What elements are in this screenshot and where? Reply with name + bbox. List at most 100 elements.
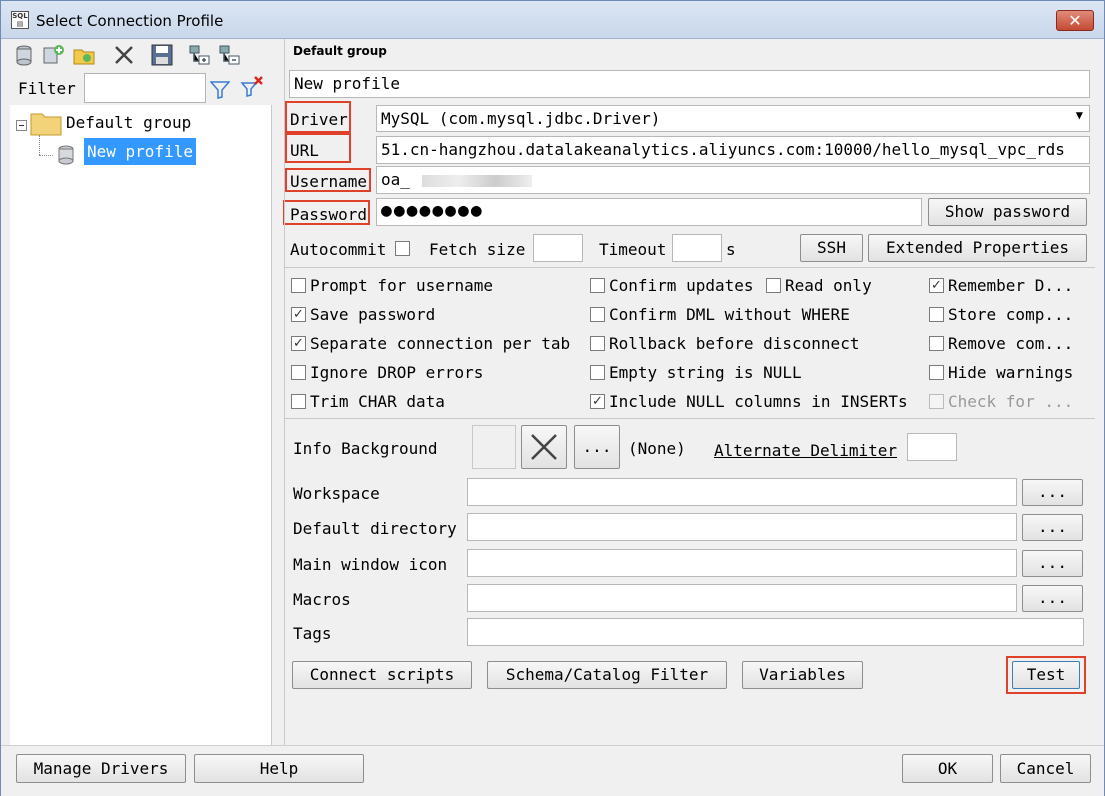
checkmark-icon: ✓	[590, 394, 605, 409]
apply-filter-icon[interactable]	[210, 81, 230, 99]
autocommit-checkbox[interactable]	[395, 241, 410, 256]
alternate-delimiter-input[interactable]	[907, 433, 957, 461]
autocommit-label: Autocommit	[290, 240, 387, 259]
bottom-bar: Manage Drivers Help OK Cancel	[1, 745, 1104, 796]
filter-input[interactable]	[84, 73, 206, 103]
checkmark-icon: ✓	[929, 278, 944, 293]
close-button[interactable]: ✕	[1056, 10, 1094, 31]
main-window-icon-label: Main window icon	[293, 555, 448, 574]
option-label: Trim CHAR data	[310, 392, 445, 411]
username-value: oa_	[381, 170, 410, 189]
fetch-size-label: Fetch size	[429, 240, 526, 259]
checkbox-box	[590, 278, 605, 293]
checkbox-box	[291, 278, 306, 293]
timeout-label: Timeout	[599, 240, 667, 259]
macros-browse-button[interactable]: ...	[1022, 585, 1083, 612]
help-button[interactable]: Help	[194, 754, 364, 783]
extended-properties-button[interactable]: Extended Properties	[868, 234, 1087, 262]
main-window-icon-input[interactable]	[467, 549, 1017, 577]
new-profile-icon[interactable]	[14, 43, 38, 67]
option-label: Hide warnings	[948, 363, 1074, 382]
manage-drivers-button[interactable]: Manage Drivers	[16, 754, 186, 783]
variables-button[interactable]: Variables	[742, 661, 863, 689]
clear-x-icon	[531, 434, 557, 460]
username-input[interactable]: oa_	[376, 166, 1090, 194]
clear-color-button[interactable]	[521, 425, 567, 469]
workspace-browse-button[interactable]: ...	[1022, 479, 1083, 506]
default-directory-input[interactable]	[467, 513, 1017, 541]
new-group-icon[interactable]	[72, 43, 96, 67]
cancel-button[interactable]: Cancel	[1000, 754, 1091, 783]
option-trim-char[interactable]: Trim CHAR data	[291, 392, 445, 411]
option-store-comp[interactable]: Store comp...	[929, 305, 1073, 324]
option-confirm-dml[interactable]: Confirm DML without WHERE	[590, 305, 850, 324]
tags-input[interactable]	[467, 618, 1084, 646]
option-empty-string-null[interactable]: Empty string is NULL	[590, 363, 802, 382]
workspace-input[interactable]	[467, 478, 1017, 506]
timeout-unit: s	[726, 240, 736, 259]
tree-group-default[interactable]: Default group	[66, 113, 191, 132]
show-password-button[interactable]: Show password	[928, 198, 1087, 226]
alternate-delimiter-link[interactable]: Alternate Delimiter	[714, 441, 897, 460]
schema-catalog-filter-button[interactable]: Schema/Catalog Filter	[487, 661, 727, 689]
ssh-button[interactable]: SSH	[800, 234, 863, 262]
info-background-swatch[interactable]	[472, 425, 516, 469]
option-prompt-username[interactable]: Prompt for username	[291, 276, 493, 295]
workspace-label: Workspace	[293, 484, 380, 503]
tree-line	[39, 135, 40, 155]
option-remember-d[interactable]: ✓ Remember D...	[929, 276, 1073, 295]
clear-filter-icon[interactable]	[240, 75, 264, 99]
option-confirm-updates[interactable]: Confirm updates	[590, 276, 754, 295]
save-icon[interactable]	[150, 43, 174, 67]
macros-input[interactable]	[467, 584, 1017, 612]
default-directory-browse-button[interactable]: ...	[1022, 514, 1083, 541]
profile-toolbar	[10, 39, 272, 71]
option-include-null[interactable]: ✓ Include NULL columns in INSERTs	[590, 392, 908, 411]
fetch-size-input[interactable]	[533, 234, 583, 262]
password-input[interactable]: ●●●●●●●●	[376, 198, 922, 226]
checkbox-box	[929, 336, 944, 351]
copy-profile-icon[interactable]	[42, 43, 66, 67]
checkbox-box	[766, 278, 781, 293]
window-title: Select Connection Profile	[36, 12, 224, 30]
tree-item-new-profile[interactable]: New profile	[84, 138, 196, 165]
option-read-only[interactable]: Read only	[766, 276, 872, 295]
url-input[interactable]: 51.cn-hangzhou.datalakeanalytics.aliyunc…	[376, 136, 1090, 164]
expand-all-icon[interactable]	[188, 43, 212, 67]
driver-value: MySQL (com.mysql.jdbc.Driver)	[381, 109, 661, 128]
filter-row: Filter	[10, 71, 272, 105]
checkmark-icon: ✓	[291, 307, 306, 322]
choose-color-button[interactable]: ...	[574, 425, 620, 469]
checkbox-box	[929, 307, 944, 322]
macros-label: Macros	[293, 590, 351, 609]
checkbox-box	[291, 394, 306, 409]
title-bar: SQL ▤ Select Connection Profile ✕	[1, 1, 1104, 39]
checkbox-box	[590, 365, 605, 380]
option-ignore-drop-errors[interactable]: Ignore DROP errors	[291, 363, 483, 382]
option-label: Confirm DML without WHERE	[609, 305, 850, 324]
option-label: Remove com...	[948, 334, 1074, 353]
option-rollback[interactable]: Rollback before disconnect	[590, 334, 859, 353]
collapse-all-icon[interactable]	[218, 43, 242, 67]
url-highlight	[285, 133, 351, 163]
username-highlight	[285, 168, 371, 192]
info-background-value: (None)	[628, 439, 686, 458]
pane-divider[interactable]	[284, 39, 285, 745]
delete-icon[interactable]	[112, 43, 136, 67]
timeout-input[interactable]	[672, 234, 722, 262]
main-window-icon-browse-button[interactable]: ...	[1022, 550, 1083, 577]
driver-select[interactable]: MySQL (com.mysql.jdbc.Driver) ▼	[376, 105, 1090, 132]
connect-scripts-button[interactable]: Connect scripts	[292, 661, 472, 689]
ok-button[interactable]: OK	[902, 754, 993, 783]
option-label: Ignore DROP errors	[310, 363, 484, 382]
option-hide-warnings[interactable]: Hide warnings	[929, 363, 1073, 382]
option-remove-com[interactable]: Remove com...	[929, 334, 1073, 353]
collapse-node-icon[interactable]	[16, 120, 27, 131]
default-directory-label: Default directory	[293, 519, 457, 538]
option-label: Separate connection per tab	[310, 334, 571, 353]
test-button[interactable]: Test	[1012, 661, 1080, 689]
profile-name-input[interactable]: New profile	[289, 70, 1090, 98]
option-save-password[interactable]: ✓ Save password	[291, 305, 435, 324]
filter-label: Filter	[18, 79, 76, 98]
option-separate-connection[interactable]: ✓ Separate connection per tab	[291, 334, 570, 353]
